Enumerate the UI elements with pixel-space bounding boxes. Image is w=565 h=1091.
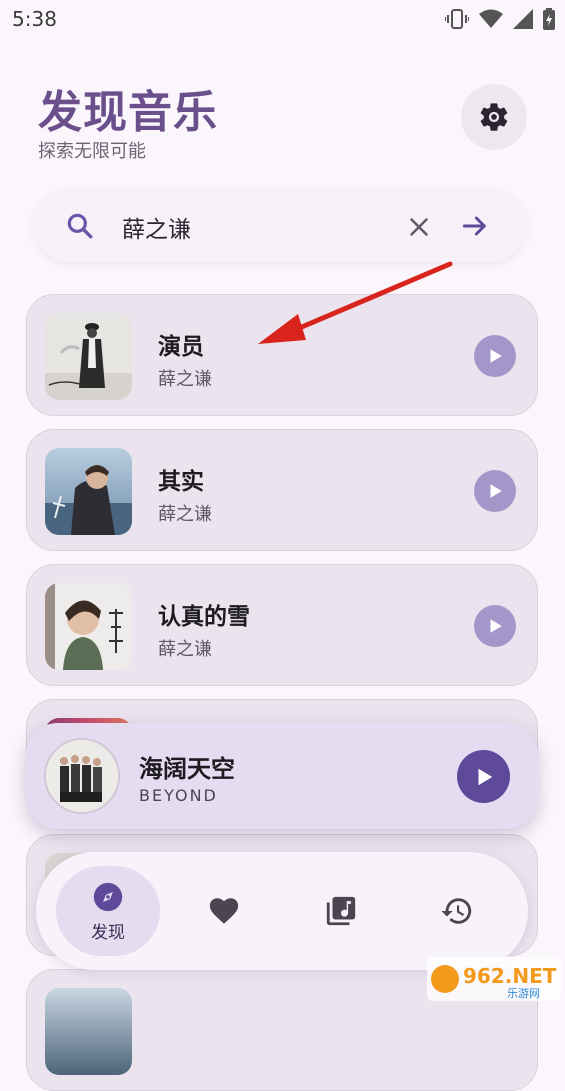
clear-icon[interactable] bbox=[404, 212, 434, 242]
nav-item-favorites[interactable] bbox=[169, 852, 279, 970]
song-title: 其实 bbox=[158, 469, 204, 495]
song-card[interactable]: 认真的雪 薛之谦 bbox=[26, 564, 538, 686]
play-icon bbox=[490, 349, 502, 363]
search-input[interactable] bbox=[120, 208, 404, 246]
now-playing-cover bbox=[44, 738, 120, 814]
now-playing-bar[interactable]: 海阔天空 BEYOND bbox=[26, 723, 538, 829]
now-playing-title: 海阔天空 bbox=[139, 755, 235, 783]
song-card[interactable]: 其实 薛之谦 bbox=[26, 429, 538, 551]
album-cover bbox=[45, 988, 132, 1075]
album-cover bbox=[45, 448, 132, 535]
svg-text:乐游网: 乐游网 bbox=[507, 987, 540, 1000]
wifi-icon bbox=[479, 9, 503, 28]
annotation-arrow bbox=[258, 261, 453, 344]
play-button[interactable] bbox=[474, 605, 516, 647]
library-music-icon bbox=[326, 896, 356, 926]
play-icon bbox=[478, 768, 492, 785]
settings-button[interactable] bbox=[461, 84, 527, 150]
nav-item-history[interactable] bbox=[402, 852, 512, 970]
arrow-right-icon[interactable] bbox=[459, 210, 491, 242]
gear-icon bbox=[480, 103, 508, 131]
now-playing-play-button[interactable] bbox=[457, 750, 510, 803]
song-artist: 薛之谦 bbox=[158, 639, 212, 660]
status-icons bbox=[445, 8, 555, 30]
play-button[interactable] bbox=[474, 335, 516, 377]
album-cover bbox=[45, 583, 132, 670]
play-icon bbox=[490, 619, 502, 633]
song-artist: 薛之谦 bbox=[158, 504, 212, 525]
song-title: 认真的雪 bbox=[158, 604, 250, 630]
search-bar bbox=[34, 190, 526, 262]
watermark-logo: 962.NET 乐游网 bbox=[427, 957, 561, 1001]
page-title: 发现音乐 bbox=[38, 87, 218, 138]
play-icon bbox=[490, 484, 502, 498]
status-bar: 5:38 bbox=[0, 0, 565, 40]
svg-text:962.NET: 962.NET bbox=[463, 964, 557, 988]
status-time: 5:38 bbox=[12, 7, 57, 31]
album-cover bbox=[45, 313, 132, 400]
battery-icon bbox=[543, 8, 555, 30]
nav-item-discover-content[interactable]: 发现 bbox=[53, 852, 163, 970]
signal-icon bbox=[513, 9, 533, 29]
nav-item-library[interactable] bbox=[286, 852, 396, 970]
heart-icon bbox=[209, 898, 239, 924]
nav-label-discover: 发现 bbox=[91, 922, 125, 943]
now-playing-artist: BEYOND bbox=[139, 786, 218, 805]
bottom-nav: 发现 bbox=[36, 852, 528, 970]
song-artist: 薛之谦 bbox=[158, 369, 212, 390]
compass-icon bbox=[93, 882, 123, 911]
history-icon bbox=[441, 898, 472, 924]
search-icon bbox=[67, 213, 93, 239]
play-button[interactable] bbox=[474, 470, 516, 512]
vibrate-icon bbox=[445, 9, 469, 29]
page-subtitle: 探索无限可能 bbox=[38, 141, 146, 162]
song-title: 演员 bbox=[158, 334, 204, 360]
